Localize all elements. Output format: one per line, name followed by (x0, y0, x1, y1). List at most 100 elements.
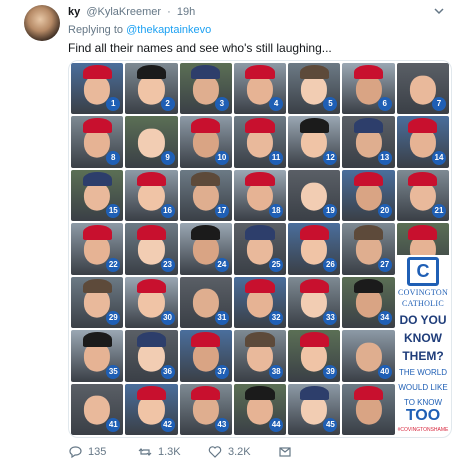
face-number-badge: 14 (431, 150, 446, 165)
hat (299, 385, 329, 400)
face-number-badge: 37 (214, 364, 229, 379)
reply-icon (69, 446, 82, 459)
face-number-badge: 6 (377, 97, 392, 112)
world-line1: THE WORLD (399, 368, 447, 377)
hat (299, 278, 329, 294)
face (138, 182, 165, 211)
hat (408, 118, 438, 133)
face-photo: 19 (288, 169, 341, 222)
face-photo: 41 (71, 383, 124, 435)
hat (191, 65, 221, 80)
face-number-badge: 21 (431, 204, 446, 219)
retweet-button[interactable]: 1.3K (138, 445, 208, 459)
hat (353, 225, 384, 240)
covington-catholic-logo: C COVINGTON CATHOLIC DO YOU KNOW THEM? T… (397, 255, 449, 433)
reply-to-link[interactable]: @thekaptainkevo (126, 24, 211, 36)
face-photo: 40 (342, 330, 395, 382)
face (355, 128, 382, 158)
avatar[interactable] (24, 5, 60, 41)
face-photo: 29 (71, 276, 124, 329)
face-number-badge: 20 (377, 204, 392, 219)
face-number-badge: 44 (269, 417, 284, 432)
hat (136, 225, 167, 240)
hat (245, 65, 275, 80)
face-number-badge: 18 (269, 204, 284, 219)
face-photo: 45 (288, 383, 341, 435)
face-number-badge: 1 (106, 97, 121, 112)
face (192, 395, 219, 425)
tweet-actions: 135 1.3K 3.2K (68, 445, 348, 459)
face-number-badge: 17 (214, 204, 229, 219)
face-number-badge: 42 (160, 417, 175, 432)
face-photo: 42 (125, 383, 178, 435)
face-photo: 20 (342, 169, 395, 222)
face-number-badge: 8 (106, 150, 121, 165)
direct-message-button[interactable] (278, 445, 348, 459)
tweet-media-image[interactable]: 1 2 3 4 5 6 7 8 9 10 11 12 13 14 15 16 17 18 19 20 21 22 23 24 2… (68, 60, 452, 438)
handle[interactable]: @KylaKreemer (86, 6, 161, 18)
face-number-badge: 31 (214, 311, 229, 326)
hat (245, 332, 275, 347)
reply-button[interactable]: 135 (68, 445, 138, 459)
hat (136, 385, 167, 400)
face (84, 342, 111, 372)
display-name[interactable]: ky (68, 6, 80, 18)
hat (353, 65, 384, 80)
face-number-badge: 7 (431, 97, 446, 112)
face-photo: 26 (288, 223, 341, 275)
timestamp[interactable]: 19h (177, 6, 195, 18)
crest-icon: C (407, 257, 439, 286)
face-number-badge: 11 (269, 150, 284, 165)
face (355, 75, 382, 105)
face-photo: 27 (342, 223, 395, 275)
face-photo: 37 (179, 330, 232, 382)
face-number-badge: 26 (323, 257, 338, 272)
hat (82, 332, 112, 347)
face-photo: 31 (179, 276, 232, 329)
hat (82, 118, 112, 133)
face-photo: 44 (233, 383, 287, 435)
face-photo: 8 (71, 116, 124, 168)
face-photo: 15 (71, 169, 124, 222)
face (192, 128, 219, 158)
face (138, 395, 165, 425)
face (355, 182, 382, 211)
face-photo: 36 (125, 330, 178, 382)
face-number-badge: 22 (106, 257, 121, 272)
face-number-badge: 10 (214, 150, 229, 165)
face (192, 182, 219, 211)
tweet-header: ky @KylaKreemer · 19h (68, 6, 196, 18)
face-photo: 5 (288, 63, 341, 115)
reply-prefix: Replying to (68, 24, 124, 36)
face-photo: 7 (396, 63, 449, 115)
face (192, 289, 219, 318)
face-photo: 9 (125, 116, 178, 168)
face-number-badge: 39 (323, 364, 338, 379)
face-photo: 6 (342, 63, 395, 115)
too-text: TOO (405, 407, 441, 424)
face-number-badge: 9 (160, 150, 175, 165)
face-photo: 3 (179, 63, 232, 115)
hat (299, 65, 329, 80)
face (138, 342, 165, 372)
face-photo: 13 (342, 116, 395, 168)
face (355, 342, 382, 372)
hat (136, 65, 167, 80)
face-photo: 25 (233, 223, 287, 275)
face-photo: 22 (71, 223, 124, 275)
chevron-down-icon[interactable] (432, 4, 446, 18)
face-photo: 43 (179, 383, 232, 435)
faces-grid: 1 2 3 4 5 6 7 8 9 10 11 12 13 14 15 16 17 18 19 20 21 22 23 24 2… (71, 63, 449, 435)
like-button[interactable]: 3.2K (208, 445, 278, 459)
hat (136, 278, 167, 294)
face (355, 235, 382, 265)
hat (136, 171, 167, 187)
tweet: ky @KylaKreemer · 19h Replying to @theka… (0, 0, 474, 468)
face-number-badge: 38 (269, 364, 284, 379)
hat (82, 65, 112, 80)
face-photo: 21 (396, 169, 449, 222)
face-number-badge: 36 (160, 364, 175, 379)
face-photo (342, 383, 395, 435)
face-photo: 35 (71, 330, 124, 382)
face-number-badge: 16 (160, 204, 175, 219)
